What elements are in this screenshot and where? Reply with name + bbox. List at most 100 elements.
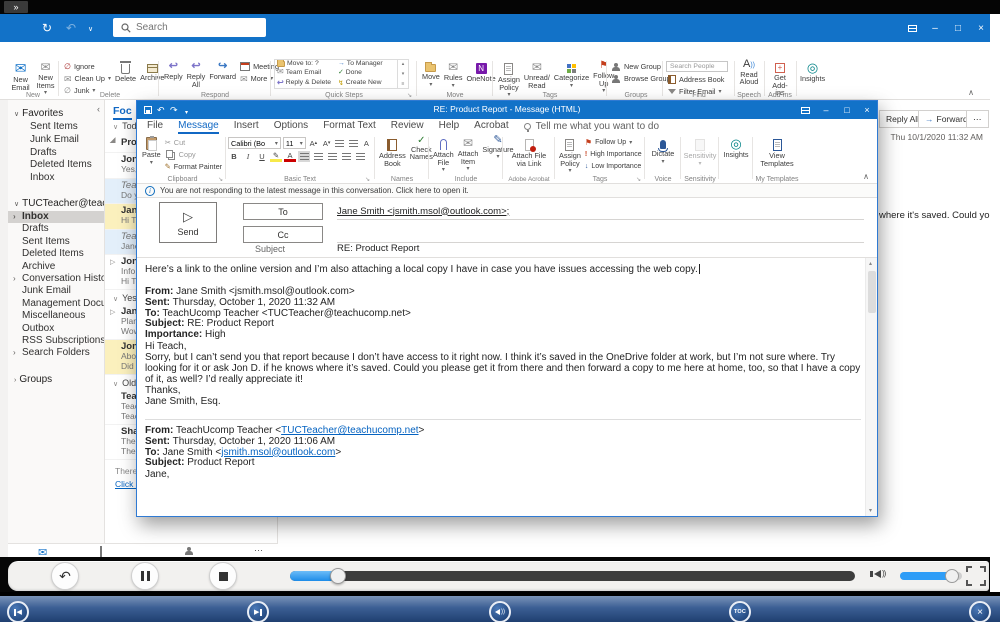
email-link[interactable]: TUCTeacher@teachucomp.net [281,425,418,436]
get-addins-button[interactable]: +Get Add-ins [766,59,794,97]
decrease-indent-button[interactable] [340,151,352,162]
quick-step-item[interactable]: ✓Done [336,67,397,78]
email-body[interactable]: Here’s a link to the online version and … [137,258,865,516]
sidebar-folder[interactable]: Outbox [8,323,104,335]
toc-button[interactable]: TOC [729,601,751,623]
move-button[interactable]: Move▾ [420,59,442,89]
read-aloud-button[interactable]: A))Read Aloud [736,59,762,86]
rules-button[interactable]: ✉Rules▾ [442,59,465,90]
expander-button[interactable]: » [4,1,28,13]
high-importance-button[interactable]: !High Importance [583,149,644,160]
copy-button[interactable]: Copy [163,149,224,160]
search-bar[interactable] [113,18,266,37]
more-nav-icon[interactable]: ⋯ [254,545,263,556]
low-importance-button[interactable]: ↓Low Importance [583,161,644,172]
ribbon-display-options-button[interactable] [795,101,815,119]
close-button[interactable]: × [857,101,877,119]
sidebar-folder[interactable]: ›Inbox [8,211,104,223]
close-player-button[interactable]: × [969,601,991,623]
maximize-button[interactable]: □ [949,14,967,42]
next-button[interactable]: ▶ [247,601,269,623]
subject-field[interactable]: RE: Product Report [337,243,419,254]
format-painter-button[interactable]: ✎Format Painter [163,161,224,172]
favorites-header[interactable]: ∨Favorites [8,104,104,121]
compose-tab[interactable]: Review [391,120,424,134]
underline-button[interactable]: U [256,151,268,162]
compose-tab[interactable]: Insert [234,120,259,134]
align-left-button[interactable] [298,151,310,162]
minimize-button[interactable]: – [816,101,836,119]
view-templates-button[interactable]: View Templates [757,135,797,167]
fullscreen-button[interactable] [966,566,986,586]
info-bar[interactable]: i You are not responding to the latest m… [137,184,877,198]
basic-text-dialog-launcher[interactable]: ↘ [365,176,370,183]
bold-button[interactable]: B [228,151,240,162]
search-people-input[interactable]: Search People [666,61,728,72]
reply-button[interactable]: ↩Reply [162,59,185,81]
clear-formatting-button[interactable]: A [361,138,372,149]
stop-button[interactable] [209,562,237,590]
italic-button[interactable]: I [242,151,254,162]
replay-button[interactable]: ↶ [51,562,79,590]
sidebar-folder[interactable]: ›Conversation History [8,273,104,285]
compose-tab[interactable]: Format Text [323,120,376,134]
shrink-font-button[interactable]: A▾ [321,138,332,149]
sidebar-folder[interactable]: ›Search Folders [8,347,104,359]
scroll-up-icon[interactable]: ▴ [869,260,872,267]
attach-item-button[interactable]: ✉Attach Item▾ [456,135,481,174]
sidebar-folder[interactable]: Deleted Items [8,248,104,260]
account-header[interactable]: ∨TUCTeacher@teachuc... [8,194,104,211]
ribbon-display-options-button[interactable] [903,14,921,42]
quick-step-item[interactable]: ↯Create New [336,78,397,89]
audio-button[interactable]: )) [489,601,511,623]
compose-tab[interactable]: File [147,120,163,134]
collapse-folder-pane-icon[interactable]: ‹ [97,104,100,114]
speaker-icon[interactable]: )) [870,569,885,578]
cc-button[interactable]: Cc [243,226,323,243]
tell-me-box[interactable]: Tell me what you want to do [524,121,659,134]
favorite-folder[interactable]: Drafts [8,147,104,160]
new-group-button[interactable]: New Group [610,61,662,72]
quick-step-item[interactable]: ↩Reply & Delete [275,78,336,89]
sidebar-folder[interactable]: Miscellaneous [8,310,104,322]
browse-groups-button[interactable]: Browse Groups [610,73,662,84]
follow-up-button[interactable]: ⚑Follow Up▾ [583,137,644,148]
to-field[interactable]: Jane Smith <jsmith.msol@outlook.com>; [337,203,864,220]
collapse-ribbon-icon[interactable]: ∧ [863,172,869,181]
sensitivity-button[interactable]: Sensitivity▾ [682,135,719,168]
sidebar-folder[interactable]: Sent Items [8,236,104,248]
grow-font-button[interactable]: A▴ [308,138,319,149]
numbering-button[interactable] [348,138,359,149]
assign-policy-button[interactable]: Assign Policy▾ [557,135,583,176]
more-actions-button[interactable]: ⋯ [966,110,989,128]
attach-file-button[interactable]: Attach File▾ [431,135,456,175]
quick-step-item[interactable]: →To Manager [336,60,397,67]
sidebar-folder[interactable]: RSS Subscriptions [8,335,104,347]
collapse-ribbon-icon[interactable]: ∧ [968,88,974,97]
clipboard-dialog-launcher[interactable]: ↘ [218,176,223,183]
undo-icon[interactable]: ↶ [66,22,76,34]
reply-all-button[interactable]: ↩Reply All [185,59,208,88]
compose-tab[interactable]: Help [439,120,460,134]
favorite-folder[interactable]: Junk Email [8,134,104,147]
scrollbar-thumb[interactable] [868,271,876,313]
favorite-folder[interactable]: Deleted Items [8,159,104,172]
cc-field[interactable] [337,226,864,243]
new-email-button[interactable]: ✉New Email [8,59,33,91]
progress-thumb[interactable] [330,568,346,584]
send-receive-icon[interactable]: ↻ [42,22,52,34]
sidebar-folder[interactable]: Drafts [8,223,104,235]
scroll-down-icon[interactable]: ▾ [869,507,872,514]
send-button[interactable]: ▷ Send [159,202,217,243]
insights-button[interactable]: ◎Insights [798,59,827,83]
quick-step-item[interactable]: ✉Team Email [275,67,336,78]
highlight-button[interactable]: ✎ [270,151,282,162]
previous-button[interactable]: ◀ [7,601,29,623]
align-right-button[interactable] [326,151,338,162]
maximize-button[interactable]: □ [837,101,857,119]
email-link[interactable]: jsmith.msol@outlook.com [221,447,335,458]
categorize-button[interactable]: Categorize▾ [552,59,591,90]
minimize-button[interactable]: – [926,14,944,42]
quick-steps-scroll[interactable]: ▴▾≡ [398,59,409,89]
compose-tab-message[interactable]: Message [178,120,219,134]
